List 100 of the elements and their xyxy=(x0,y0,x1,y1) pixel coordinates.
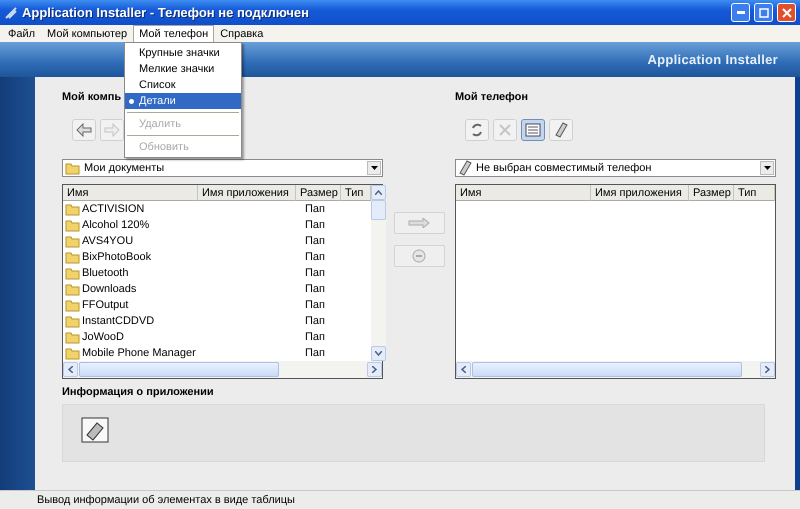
folder-icon xyxy=(65,282,80,296)
close-icon xyxy=(498,123,512,137)
toolbar-button[interactable] xyxy=(549,119,573,141)
toolbar-button[interactable] xyxy=(521,119,545,141)
file-name: BixPhotoBook xyxy=(82,251,152,263)
location-dropdown[interactable]: Мои документы xyxy=(62,159,383,177)
file-type: Пап xyxy=(304,251,325,263)
horizontal-scrollbar[interactable] xyxy=(63,361,382,378)
right-arrow-icon xyxy=(104,123,120,137)
right-arrow-icon xyxy=(408,218,430,228)
menu-option[interactable]: Крупные значки xyxy=(125,45,241,61)
file-type: Пап xyxy=(304,219,325,231)
up-caret-icon xyxy=(375,190,382,195)
list-view-icon xyxy=(525,123,541,137)
file-type: Пап xyxy=(304,331,325,343)
menu-item[interactable]: Справка xyxy=(214,25,270,42)
file-type: Пап xyxy=(304,203,325,215)
close-icon xyxy=(782,8,792,18)
folder-icon xyxy=(65,298,80,312)
panel-heading: Мой телефон xyxy=(455,91,528,105)
column-header[interactable]: Имя xyxy=(456,185,591,201)
column-header[interactable]: Тип xyxy=(341,185,371,201)
menu-item[interactable]: Мой компьютер xyxy=(41,25,134,42)
column-header[interactable]: Имя приложения xyxy=(198,185,296,201)
dropdown-caret-icon xyxy=(370,166,378,170)
folder-icon xyxy=(65,162,80,174)
left-arrow-icon xyxy=(76,123,92,137)
vertical-scrollbar[interactable] xyxy=(371,185,386,361)
status-bar: Вывод информации об элементах в виде таблицы xyxy=(0,490,800,509)
banner-title: Application Installer xyxy=(647,52,778,67)
app-icon xyxy=(4,6,18,20)
folder-icon xyxy=(65,266,80,280)
file-name: Mobile Phone Manager xyxy=(82,347,196,359)
left-caret-icon xyxy=(68,366,73,373)
phone-icon xyxy=(458,160,472,176)
file-list[interactable]: Имя Имя приложения Размер Тип xyxy=(455,184,776,379)
file-name: FFOutput xyxy=(82,299,128,311)
file-name: InstantCDDVD xyxy=(82,315,154,327)
right-caret-icon xyxy=(765,366,770,373)
minimize-button[interactable] xyxy=(731,3,750,22)
maximize-button[interactable] xyxy=(754,3,773,22)
menu-item[interactable]: Файл xyxy=(2,25,42,42)
menu-option[interactable]: Детали xyxy=(125,93,241,109)
file-row[interactable]: ACTIVISION Пап xyxy=(63,201,371,217)
phone-dropdown[interactable]: Не выбран совместимый телефон xyxy=(455,159,776,177)
dropdown-caret-icon xyxy=(764,166,770,170)
menu-option[interactable]: Список xyxy=(125,77,241,93)
minus-circle-icon xyxy=(412,249,426,263)
file-name: ACTIVISION xyxy=(82,203,144,215)
file-row[interactable]: JoWooD Пап xyxy=(63,329,371,345)
file-type: Пап xyxy=(304,283,325,295)
column-header[interactable]: Имя приложения xyxy=(591,185,689,201)
file-name: Downloads xyxy=(82,283,136,295)
dropdown-value: Мои документы xyxy=(84,162,166,174)
file-list[interactable]: Имя Имя приложения Размер Тип ACTIVISION Пап Alcohol 120% Пап AVS4YOU Пап BixPhotoBook Пап Bluetooth Пап Downloads Пап FFOutput Пап InstantCDDVD Пап JoWooD Пап Mobile Phone Manager Пап xyxy=(62,184,383,379)
file-row[interactable]: AVS4YOU Пап xyxy=(63,233,371,249)
toolbar-button[interactable] xyxy=(465,119,489,141)
file-name: JoWooD xyxy=(82,331,124,343)
maximize-icon xyxy=(758,8,768,18)
folder-icon xyxy=(65,234,80,248)
folder-icon xyxy=(65,250,80,264)
file-row[interactable]: InstantCDDVD Пап xyxy=(63,313,371,329)
right-caret-icon xyxy=(372,366,377,373)
file-type: Пап xyxy=(304,315,325,327)
app-tag-icon xyxy=(81,417,109,443)
file-type: Пап xyxy=(304,267,325,279)
file-type: Пап xyxy=(304,347,325,359)
minimize-icon xyxy=(736,11,744,14)
file-row[interactable]: BixPhotoBook Пап xyxy=(63,249,371,265)
folder-icon xyxy=(65,314,80,328)
panel-heading: Мой компь xyxy=(62,91,122,105)
window-title: Application Installer - Телефон не подключен xyxy=(22,5,310,20)
column-header[interactable]: Размер xyxy=(689,185,734,201)
section-heading: Информация о приложении xyxy=(62,386,215,399)
menu-item[interactable]: Мой телефон xyxy=(133,25,214,42)
folder-icon xyxy=(65,218,80,232)
file-name: AVS4YOU xyxy=(82,235,134,247)
file-name: Alcohol 120% xyxy=(82,219,150,231)
refresh-icon xyxy=(470,122,484,138)
down-caret-icon xyxy=(375,351,382,356)
file-row[interactable]: Alcohol 120% Пап xyxy=(63,217,371,233)
file-name: Bluetooth xyxy=(82,267,128,279)
file-row[interactable]: Downloads Пап xyxy=(63,281,371,297)
toolbar-button[interactable] xyxy=(72,119,96,141)
file-row[interactable]: Bluetooth Пап xyxy=(63,265,371,281)
left-caret-icon xyxy=(461,366,466,373)
column-header[interactable]: Имя xyxy=(63,185,198,201)
file-row[interactable]: FFOutput Пап xyxy=(63,297,371,313)
phone-icon xyxy=(554,122,568,138)
menu-option[interactable]: Мелкие значки xyxy=(125,61,241,77)
column-header[interactable]: Тип xyxy=(734,185,775,201)
folder-icon xyxy=(65,330,80,344)
close-button[interactable] xyxy=(777,3,796,22)
file-type: Пап xyxy=(304,235,325,247)
horizontal-scrollbar[interactable] xyxy=(456,361,775,378)
file-row[interactable]: Mobile Phone Manager Пап xyxy=(63,345,371,361)
file-type: Пап xyxy=(304,299,325,311)
scroll-thumb[interactable] xyxy=(371,200,386,220)
dropdown-value: Не выбран совместимый телефон xyxy=(476,162,652,174)
column-header[interactable]: Размер xyxy=(296,185,341,201)
